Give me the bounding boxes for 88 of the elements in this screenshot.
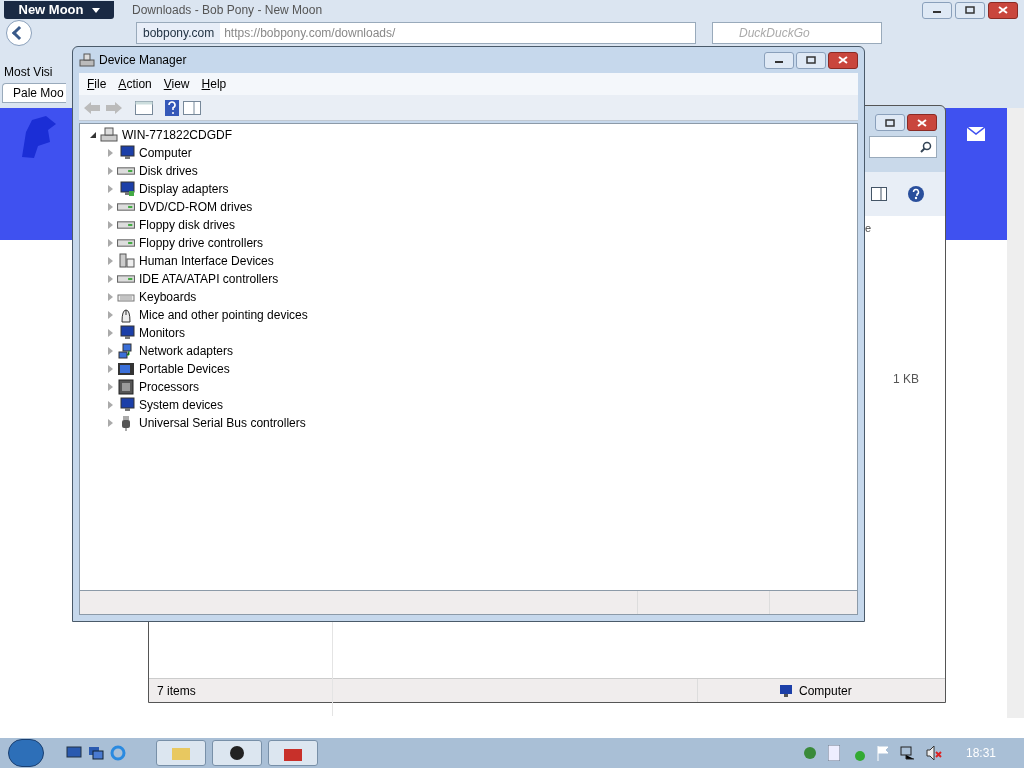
device-icon <box>117 253 135 269</box>
site-identity-label: bobpony.com <box>137 23 221 43</box>
bookmark-link[interactable]: Most Visi <box>4 63 53 81</box>
tree-item[interactable]: System devices <box>139 396 224 414</box>
help-icon[interactable] <box>165 99 179 116</box>
close-button[interactable] <box>988 1 1018 19</box>
forward-arrow-icon[interactable] <box>105 100 123 115</box>
tree-item[interactable]: Human Interface Devices <box>139 252 274 270</box>
app-menu-button[interactable]: New Moon <box>4 1 114 19</box>
muted-speaker-icon[interactable] <box>925 745 942 761</box>
close-button[interactable] <box>907 114 937 131</box>
search-field[interactable] <box>869 136 937 158</box>
tree-item[interactable]: IDE ATA/ATAPI controllers <box>139 270 279 288</box>
browser-icon[interactable] <box>110 745 126 761</box>
drive-icon <box>117 203 135 211</box>
maximize-icon <box>806 56 816 64</box>
tree-item[interactable]: Computer <box>139 144 192 162</box>
tree-item[interactable]: WIN-771822CDGDF <box>122 126 233 144</box>
menu-item[interactable]: Help <box>197 75 231 93</box>
back-arrow-icon[interactable] <box>83 100 101 115</box>
expander-icon[interactable] <box>90 132 96 138</box>
maximize-icon <box>885 118 895 127</box>
network-icon <box>117 343 135 359</box>
search-icon <box>920 141 932 153</box>
tree-item[interactable]: Disk drives <box>139 162 198 180</box>
menu-item[interactable]: File <box>83 75 111 93</box>
window-title: Downloads - Bob Pony - New Moon <box>132 2 323 19</box>
monitor-icon <box>117 397 135 413</box>
close-button[interactable] <box>828 51 858 69</box>
taskbar-button[interactable] <box>212 740 262 766</box>
device-manager-icon <box>79 53 95 67</box>
computer-icon <box>100 127 118 143</box>
item-count: 7 items <box>157 682 197 700</box>
flag-icon[interactable] <box>875 745 890 761</box>
tree-item[interactable]: Display adapters <box>139 180 229 198</box>
close-icon <box>838 56 848 64</box>
help-icon <box>907 185 925 203</box>
monitor-icon <box>117 181 135 197</box>
drive-icon <box>117 239 135 247</box>
window-switch-icon[interactable] <box>88 746 104 760</box>
file-size: 1 KB <box>893 371 919 388</box>
globe-icon <box>229 745 245 761</box>
url-field[interactable]: bobpony.com https://bobpony.com/downloads/ <box>136 22 696 44</box>
action-pane-icon[interactable] <box>183 100 201 115</box>
tree-item[interactable]: DVD/CD-ROM drives <box>139 198 253 216</box>
network-icon[interactable] <box>899 745 916 761</box>
chip-icon <box>117 379 135 395</box>
document-icon[interactable] <box>827 745 840 761</box>
maximize-button[interactable] <box>955 1 985 19</box>
tree-item[interactable]: Portable Devices <box>139 360 230 378</box>
monitor-icon <box>117 145 135 161</box>
folder-icon <box>172 746 190 760</box>
url-text: https://bobpony.com/downloads/ <box>223 25 397 42</box>
browser-tab[interactable]: Pale Moo <box>2 83 66 103</box>
close-icon <box>917 118 927 127</box>
minimize-button[interactable] <box>922 1 952 19</box>
show-desktop-icon[interactable] <box>66 746 82 760</box>
start-button[interactable] <box>8 739 44 767</box>
monitor-icon <box>117 325 135 341</box>
tree-item[interactable]: Keyboards <box>139 288 197 306</box>
drive-icon <box>117 275 135 283</box>
computer-icon <box>777 683 793 698</box>
maximize-button[interactable] <box>875 114 905 131</box>
maximize-button[interactable] <box>796 51 826 69</box>
tree-item[interactable]: Mice and other pointing devices <box>139 306 308 324</box>
menu-item[interactable]: View <box>159 75 194 93</box>
clock: 18:31 <box>965 745 996 762</box>
tree-item[interactable]: Monitors <box>139 324 185 342</box>
drive-icon <box>117 221 135 229</box>
minimize-button[interactable] <box>764 51 794 69</box>
window-title: Device Manager <box>99 52 187 69</box>
mail-icon <box>967 127 985 141</box>
console-tree-icon[interactable] <box>135 100 153 115</box>
tree-item[interactable]: Network adapters <box>139 342 234 360</box>
menu-item[interactable]: Action <box>114 75 156 93</box>
tree-item[interactable]: Processors <box>139 378 200 396</box>
tree-item[interactable]: Floppy drive controllers <box>139 234 264 252</box>
location-label: Computer <box>799 682 852 700</box>
tree-item[interactable]: Floppy disk drives <box>139 216 236 234</box>
device-icon <box>117 361 135 377</box>
close-icon <box>998 6 1008 14</box>
maximize-icon <box>965 6 975 14</box>
back-button[interactable] <box>6 20 32 46</box>
column-header: e <box>865 221 872 236</box>
preview-pane-icon <box>871 187 887 201</box>
caret-icon <box>91 7 100 13</box>
tree-item[interactable]: Universal Serial Bus controllers <box>139 414 306 432</box>
drive-icon <box>117 167 135 175</box>
